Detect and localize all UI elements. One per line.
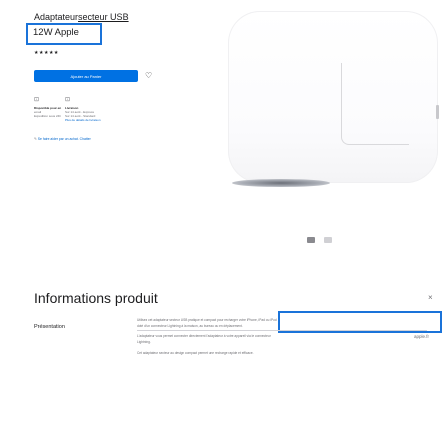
thumbnail-side[interactable] <box>324 237 332 243</box>
add-to-cart-button[interactable]: Ajouter au Panier <box>34 70 138 82</box>
description-line: doté d'un connecteur Lightning à la mais… <box>137 324 243 328</box>
description-link[interactable]: apple.fr <box>414 334 429 339</box>
product-title: 12W Apple <box>33 27 79 38</box>
rating-stars[interactable]: ★★★★★ <box>34 50 59 56</box>
store-icon: ⊡ <box>65 97 71 103</box>
description-line: L'adaptateur vous permet connecter direc… <box>137 334 271 338</box>
breadcrumb-main[interactable]: Adaptateur <box>34 12 78 22</box>
description-line: Lightning. <box>137 340 151 344</box>
shipping-line: Expédition sous 24h <box>34 114 62 118</box>
shipping-details-link[interactable]: Plus de détails de livraison <box>65 118 101 122</box>
adapter-shadow <box>232 179 330 187</box>
close-icon[interactable]: × <box>428 293 433 302</box>
shipping-pickup-info: Livraison Sur 14 août - Express Sur 14 a… <box>65 106 115 122</box>
chat-help-line[interactable]: ✎ Se faire aider par un achat. Chatter <box>34 137 91 141</box>
breadcrumb-sub[interactable]: secteur USB <box>78 12 129 22</box>
chat-link[interactable]: Se faire aider par un achat. Chatter <box>38 137 91 141</box>
truck-icon: ⊡ <box>34 97 40 103</box>
heart-icon[interactable]: ♡ <box>145 71 152 81</box>
description-closing: Cet adaptateur secteur au design compact… <box>137 351 254 355</box>
adapter-side-edge <box>436 105 439 119</box>
description-line: Utilisez cet adaptateur secteur USB prat… <box>137 318 277 322</box>
adapter-prong-slot <box>341 63 409 145</box>
thumbnail-front[interactable] <box>307 237 315 243</box>
breadcrumb[interactable]: Adaptateursecteur USB <box>34 12 129 22</box>
chat-icon: ✎ <box>34 137 37 141</box>
presentation-label: Présentation <box>34 324 65 330</box>
divider <box>137 330 427 331</box>
section-title: Informations produit <box>34 290 158 306</box>
